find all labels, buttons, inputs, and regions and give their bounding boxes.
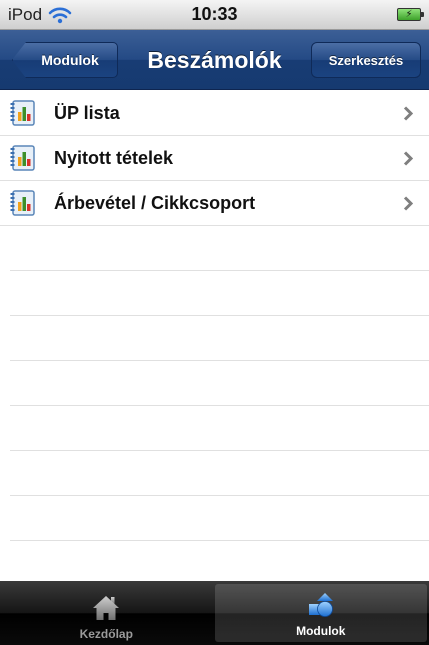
list-item-up-lista[interactable]: ÜP lista: [0, 91, 429, 136]
status-left: iPod: [8, 5, 72, 25]
status-bar: iPod 10:33 ⚡: [0, 0, 429, 30]
empty-row: [10, 451, 429, 496]
list-item-label: ÜP lista: [54, 102, 120, 123]
empty-row: [10, 496, 429, 541]
chevron-right-icon: [403, 196, 413, 211]
wifi-icon: [48, 7, 72, 23]
list-item-nyitott-tetelek[interactable]: Nyitott tételek: [0, 136, 429, 181]
tab-modulok[interactable]: Modulok: [214, 584, 427, 642]
edit-button[interactable]: Szerkesztés: [311, 42, 421, 78]
list-item-label: Nyitott tételek: [54, 147, 174, 168]
chevron-right-icon: [403, 151, 413, 166]
report-chart-icon: [10, 100, 35, 126]
empty-row: [10, 271, 429, 316]
list-item-label: Árbevétel / Cikkcsoport: [54, 192, 256, 213]
report-list: ÜP lista Nyitott tételek Árbevétel / Cik…: [0, 91, 429, 541]
empty-row: [10, 406, 429, 451]
carrier-label: iPod: [8, 4, 43, 24]
tab-bar: Kezdőlap Modulok: [0, 581, 429, 645]
back-button[interactable]: Modulok: [12, 42, 118, 78]
tab-label: Modulok: [296, 624, 346, 638]
chevron-right-icon: [403, 106, 413, 121]
home-icon: [93, 596, 120, 620]
empty-row: [10, 361, 429, 406]
empty-row: [10, 316, 429, 361]
modules-icon: [308, 593, 333, 617]
report-chart-icon: [10, 190, 35, 216]
empty-row: [10, 226, 429, 271]
report-chart-icon: [10, 145, 35, 171]
tab-label: Kezdőlap: [79, 627, 133, 641]
list-item-arbevetel-cikkcsoport[interactable]: Árbevétel / Cikkcsoport: [0, 181, 429, 226]
tab-kezdolap[interactable]: Kezdőlap: [0, 581, 213, 645]
battery-icon: ⚡: [397, 8, 424, 21]
charging-bolt-icon: ⚡: [405, 8, 413, 20]
navigation-bar: Modulok Beszámolók Szerkesztés: [0, 30, 429, 90]
